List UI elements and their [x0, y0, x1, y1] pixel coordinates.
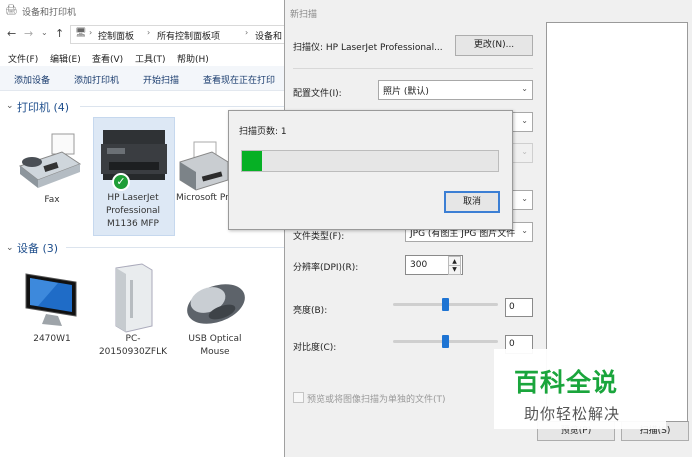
- menu-file[interactable]: 文件(F): [8, 52, 38, 65]
- see-whats-printing-button[interactable]: 查看现在正在打印: [203, 73, 285, 86]
- resolution-label: 分辨率(DPI)(R):: [293, 263, 359, 273]
- file-type-value: JPG (有图主 JPG 图片文件: [410, 229, 516, 239]
- chevron-down-icon: ⌄: [521, 116, 528, 125]
- computer-tower-icon[interactable]: [108, 262, 158, 334]
- up-arrow-icon[interactable]: ↑: [55, 27, 64, 40]
- chevron-down-icon: ⌄: [521, 194, 528, 203]
- fax-icon[interactable]: [14, 130, 84, 192]
- breadcrumb-chevron-icon: ›: [147, 28, 151, 37]
- device-label: Microsoft Print to PDF: [176, 193, 228, 203]
- profile-label: 配置文件(I):: [293, 89, 342, 99]
- profile-dropdown[interactable]: 照片 (默认) ⌄: [378, 80, 533, 100]
- device-label: 2470W1: [33, 334, 71, 344]
- devices-printers-icon: 🖨: [5, 5, 18, 16]
- breadcrumb-devices[interactable]: 设备和: [255, 29, 285, 42]
- add-printer-button[interactable]: 添加打印机: [74, 73, 119, 86]
- printers-section-header[interactable]: 打印机 (4): [17, 99, 69, 115]
- mouse-icon[interactable]: [178, 274, 248, 330]
- brightness-slider[interactable]: [393, 298, 498, 311]
- address-bar[interactable]: 🖥 › 控制面板 › 所有控制面板项 › 设备和: [70, 25, 287, 44]
- spin-down-icon[interactable]: ▼: [448, 265, 461, 275]
- explorer-titlebar: 🖨 设备和打印机: [0, 0, 285, 20]
- collapse-chevron-icon[interactable]: ⌄: [6, 243, 14, 253]
- watermark-title: 百科全说: [514, 368, 619, 397]
- devices-section-header[interactable]: 设备 (3): [17, 240, 58, 256]
- printer-icon[interactable]: [178, 140, 229, 192]
- separate-files-checkbox[interactable]: [293, 392, 304, 403]
- breadcrumb-chevron-icon: ›: [89, 28, 93, 37]
- add-device-button[interactable]: 添加设备: [14, 73, 50, 86]
- start-scan-button[interactable]: 开始扫描: [143, 73, 179, 86]
- default-printer-check-icon: ✓: [112, 173, 130, 191]
- scan-progress-bar: [241, 150, 499, 172]
- menu-view[interactable]: 查看(V): [92, 52, 123, 65]
- dialog-title: 新扫描: [290, 10, 318, 20]
- change-scanner-button[interactable]: 更改(N)...: [455, 35, 533, 56]
- scan-progress-dialog: 扫描页数: 1 取消: [228, 110, 513, 230]
- collapse-chevron-icon[interactable]: ⌄: [6, 101, 14, 111]
- back-arrow-icon[interactable]: ←: [7, 27, 16, 40]
- menu-help[interactable]: 帮助(H): [177, 52, 209, 65]
- dialog-separator: [293, 68, 533, 69]
- brightness-slider-thumb[interactable]: [442, 298, 449, 311]
- device-label: PC-20150930ZFLK: [98, 334, 168, 357]
- chevron-down-icon: ⌄: [521, 84, 528, 93]
- mfp-printer-icon: [99, 124, 169, 184]
- contrast-label: 对比度(C):: [293, 343, 337, 353]
- menu-tools[interactable]: 工具(T): [135, 52, 166, 65]
- window-title: 设备和打印机: [22, 8, 77, 18]
- chevron-down-icon: ⌄: [521, 147, 528, 156]
- watermark-logo: 百科全说 助你轻松解决: [494, 349, 666, 429]
- resolution-value: 300: [410, 260, 428, 270]
- device-label: HP LaserJet Professional M1136 MFP: [105, 193, 161, 229]
- file-type-label: 文件类型(F):: [293, 232, 345, 242]
- menu-edit[interactable]: 编辑(E): [50, 52, 81, 65]
- breadcrumb-chevron-icon: ›: [245, 28, 249, 37]
- resolution-spinbox[interactable]: 300 ▲ ▼: [405, 255, 463, 275]
- brightness-label: 亮度(B):: [293, 306, 328, 316]
- scan-progress-fill: [242, 151, 263, 171]
- section-divider: [66, 247, 285, 248]
- brightness-input[interactable]: 0: [505, 298, 533, 317]
- device-label: USB Optical Mouse: [188, 334, 242, 357]
- pages-scanned-label: 扫描页数: 1: [239, 127, 287, 137]
- contrast-slider-thumb[interactable]: [442, 335, 449, 348]
- command-bar: 添加设备 添加打印机 开始扫描 查看现在正在打印: [0, 66, 285, 91]
- navigation-bar: ← → ⌄ ↑ 🖥 › 控制面板 › 所有控制面板项 › 设备和: [0, 24, 287, 44]
- separate-files-label: 预览或将图像扫描为单独的文件(T): [307, 395, 446, 405]
- profile-value: 照片 (默认): [383, 87, 429, 97]
- contrast-slider[interactable]: [393, 335, 498, 348]
- device-label: Fax: [44, 195, 60, 205]
- forward-arrow-icon[interactable]: →: [24, 27, 33, 40]
- menu-bar: 文件(F) 编辑(E) 查看(V) 工具(T) 帮助(H): [0, 48, 285, 66]
- watermark-subtitle: 助你轻松解决: [524, 405, 621, 423]
- breadcrumb-all-items[interactable]: 所有控制面板项: [157, 29, 220, 42]
- scanner-label: 扫描仪: HP LaserJet Professional...: [293, 43, 443, 53]
- chevron-down-icon: ⌄: [521, 226, 528, 235]
- control-panel-icon: 🖥: [75, 28, 87, 38]
- recent-chevron-icon[interactable]: ⌄: [41, 28, 48, 37]
- cancel-button[interactable]: 取消: [444, 191, 500, 213]
- section-divider: [80, 106, 285, 107]
- monitor-icon[interactable]: [18, 268, 84, 330]
- breadcrumb-control-panel[interactable]: 控制面板: [98, 29, 134, 42]
